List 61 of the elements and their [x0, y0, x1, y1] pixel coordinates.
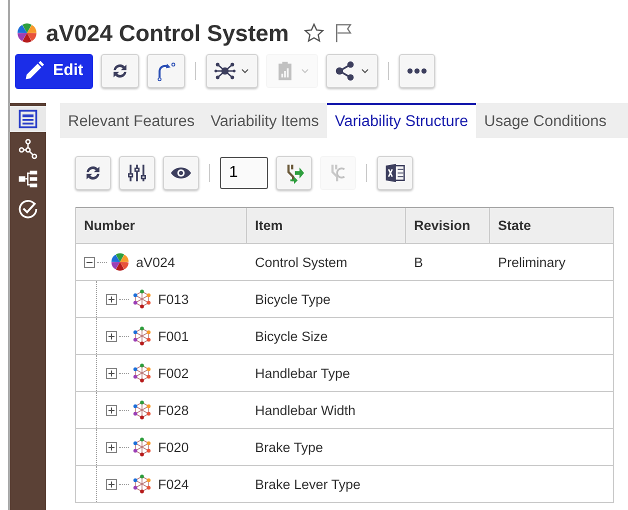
part-number[interactable]: F013	[158, 292, 189, 306]
column-header[interactable]: Item	[247, 208, 406, 243]
state: Preliminary	[498, 254, 566, 270]
sliders-icon	[126, 162, 148, 184]
sliders-button[interactable]	[119, 156, 155, 190]
network-button[interactable]	[206, 54, 258, 88]
tab[interactable]: Variability Items	[202, 103, 327, 138]
plus-box-icon[interactable]	[106, 404, 117, 416]
excel-icon	[384, 162, 406, 184]
hexagon-nodes-icon	[132, 474, 152, 494]
excel-button[interactable]	[377, 156, 413, 190]
part-number[interactable]: F001	[158, 328, 189, 344]
item-name: Control System	[255, 254, 348, 270]
share-icon	[334, 60, 356, 82]
hexagon-nodes-icon	[132, 289, 152, 309]
plus-box-icon[interactable]	[106, 442, 117, 452]
column-header[interactable]: Revision	[406, 208, 490, 243]
flower-icon	[16, 22, 38, 44]
tab[interactable]: Variability Structure	[326, 103, 476, 138]
edit-button[interactable]: Edit	[15, 54, 94, 88]
hexagon-nodes-icon	[132, 326, 152, 346]
expand-button[interactable]	[276, 156, 312, 190]
column-header[interactable]: State	[490, 208, 613, 243]
star-icon[interactable]	[302, 22, 325, 44]
hexagon-nodes-icon	[132, 437, 152, 457]
item-name: Bicycle Type	[255, 292, 331, 306]
refresh-button[interactable]	[75, 156, 111, 190]
plus-box-icon[interactable]	[106, 294, 117, 304]
pencil-icon	[23, 60, 45, 82]
window-title: aV024 Control System	[46, 20, 289, 46]
item-name: Brake Type	[255, 440, 324, 454]
part-number[interactable]: aV024	[136, 254, 176, 270]
item-name: Handlebar Width	[255, 402, 356, 418]
revision: B	[414, 254, 424, 270]
item-name: Brake Lever Type	[255, 476, 361, 492]
network-icon	[214, 60, 236, 82]
minus-box-icon[interactable]	[84, 256, 95, 268]
item-name: Bicycle Size	[255, 328, 328, 344]
share-button[interactable]	[326, 54, 378, 88]
revise-button[interactable]	[147, 54, 186, 88]
hexagon-nodes-icon	[132, 363, 152, 383]
part-number[interactable]: F002	[158, 366, 189, 380]
more-button[interactable]	[399, 54, 436, 88]
level-input[interactable]: 1	[220, 157, 268, 189]
plus-box-icon[interactable]	[106, 478, 117, 490]
curved-arrow-icon	[155, 60, 178, 82]
eye-button[interactable]	[163, 156, 199, 190]
refresh-button[interactable]	[101, 54, 140, 88]
tab[interactable]: Relevant Features	[60, 103, 203, 138]
part-number[interactable]: F020	[158, 440, 189, 454]
part-number[interactable]: F028	[158, 402, 189, 418]
part-number[interactable]: F024	[158, 476, 189, 492]
hexagon-nodes-icon	[132, 400, 152, 420]
item-name: Handlebar Type	[255, 366, 350, 380]
plus-box-icon[interactable]	[106, 330, 117, 342]
column-header[interactable]: Number	[76, 208, 247, 243]
flower-icon	[110, 252, 130, 272]
form-icon[interactable]	[10, 106, 46, 132]
plus-box-icon[interactable]	[106, 368, 117, 378]
more-icon	[407, 68, 428, 74]
tab[interactable]: Usage Conditions	[476, 103, 614, 138]
